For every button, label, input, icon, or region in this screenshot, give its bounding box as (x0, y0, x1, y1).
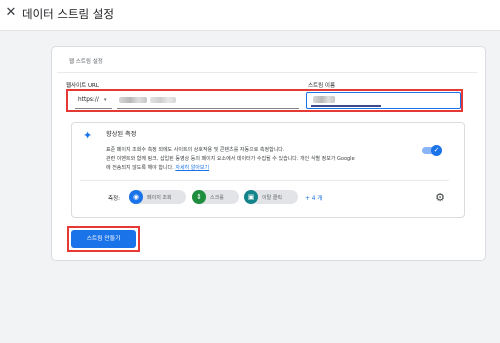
page-title: 데이터 스트림 설정 (22, 7, 114, 21)
stream-name-progress (311, 105, 381, 107)
chip-page-views[interactable]: ◉ 페이지 조회 (129, 190, 186, 204)
lock-icon: ▣ (244, 190, 258, 204)
close-icon[interactable]: ✕ (5, 6, 17, 19)
protocol-select[interactable]: https:// (78, 97, 99, 103)
description-line: 표준 페이지 조회수 측정 외에도 사이트의 상호작용 및 콘텐츠를 자동으로 … (106, 147, 285, 153)
divider (57, 72, 477, 73)
create-stream-button[interactable]: 스트림 만들기 (71, 230, 136, 248)
top-bar: ✕ 데이터 스트림 설정 (0, 0, 500, 31)
redacted-stream-name (313, 96, 335, 103)
chip-label: 스크롤 (210, 195, 224, 201)
learn-more-link[interactable]: 자세히 알아보기 (175, 165, 209, 171)
protocol-underline (75, 108, 112, 109)
eye-icon: ◉ (129, 190, 143, 204)
website-url-label: 웹사이트 URL (66, 83, 99, 89)
scroll-arrows-icon: ⇕ (192, 190, 206, 204)
enhanced-measurement-toggle[interactable]: ✓ (422, 145, 442, 156)
stream-name-label: 스트림 이름 (308, 83, 336, 89)
url-underline (117, 108, 299, 109)
gear-icon[interactable]: ⚙ (434, 192, 446, 204)
redacted-url-text (150, 97, 176, 103)
sparkle-icon: ✦ (83, 129, 93, 142)
measuring-label: 측정: (108, 196, 120, 202)
more-events-link[interactable]: + 4 개 (305, 193, 323, 202)
chip-label: 페이지 조회 (147, 195, 172, 201)
description-line: 에 전송되지 않도록 해야 합니다. 자세히 알아보기 (106, 165, 210, 171)
description-line: 관련 이벤트와 함께 링크, 삽입된 동영상 등의 페이지 요소에서 데이터가 … (106, 156, 355, 162)
redacted-url-text (119, 97, 147, 103)
chip-outbound-clicks[interactable]: ▣ 이탈 클릭 (244, 190, 298, 204)
check-icon: ✓ (431, 145, 442, 156)
divider (80, 180, 449, 181)
card-title: 웹 스트림 설정 (69, 59, 103, 65)
enhanced-measurement-title: 향상된 측정 (106, 131, 137, 138)
chevron-down-icon[interactable]: ▾ (104, 97, 107, 103)
chip-label: 이탈 클릭 (262, 195, 282, 201)
chip-scrolls[interactable]: ⇕ 스크롤 (192, 190, 239, 204)
